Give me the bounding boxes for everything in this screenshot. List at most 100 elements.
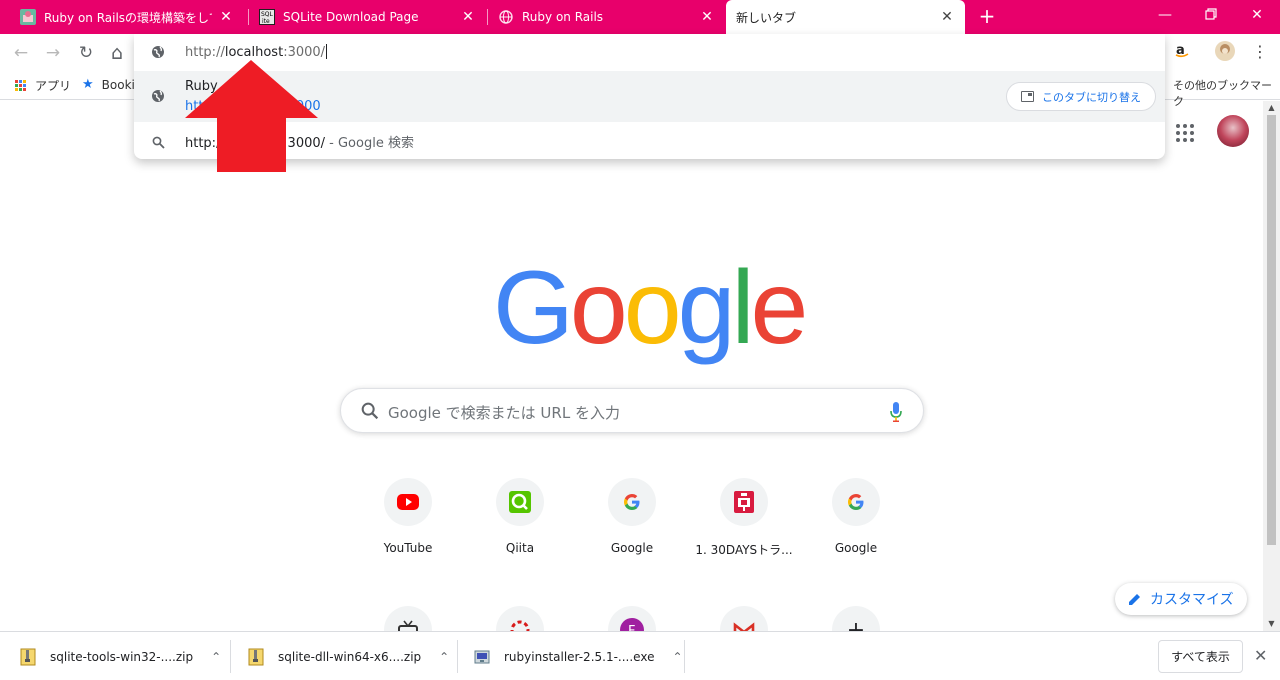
google-logo: Google (493, 256, 808, 360)
bookmark-item[interactable]: ★ Booki (82, 77, 135, 92)
url-suffix: :3000/ (283, 45, 326, 60)
google-icon (608, 478, 656, 526)
search-placeholder: Google で検索または URL を入力 (388, 404, 620, 422)
site-icon (20, 9, 36, 25)
chevron-up-icon[interactable]: ⌃ (211, 650, 221, 664)
star-icon: ★ (82, 77, 94, 92)
search-suffix: - Google 検索 (325, 136, 414, 151)
svg-text:SQL: SQL (261, 11, 274, 18)
logo-letter: o (623, 250, 682, 366)
tab-strip: Ruby on Railsの環境構築をしてみよう ✕ SQLite SQLite… (0, 0, 1280, 34)
close-icon[interactable]: ✕ (460, 9, 476, 25)
restore-button[interactable] (1188, 0, 1234, 30)
customize-button[interactable]: カスタマイズ (1115, 583, 1247, 615)
globe-icon (498, 9, 514, 25)
logo-letter: g (677, 250, 736, 366)
forward-button[interactable]: → (42, 42, 64, 64)
download-item[interactable]: sqlite-tools-win32-....zip ⌃ (20, 632, 221, 680)
chevron-up-icon[interactable]: ⌃ (439, 650, 449, 664)
search-icon (150, 134, 166, 150)
close-icon[interactable]: ✕ (939, 9, 955, 25)
show-all-button[interactable]: すべて表示 (1158, 640, 1243, 673)
zip-file-icon (248, 648, 264, 665)
scrollbar[interactable]: ▲ ▼ (1263, 101, 1280, 631)
divider (457, 640, 458, 673)
shortcut-label: YouTube (383, 541, 433, 555)
close-window-button[interactable]: ✕ (1234, 0, 1280, 30)
download-filename: rubyinstaller-2.5.1-....exe (504, 649, 655, 664)
download-item[interactable]: sqlite-dll-win64-x6....zip ⌃ (248, 632, 449, 680)
zip-file-icon (20, 648, 36, 665)
shortcut-tile[interactable]: Qiita (464, 478, 576, 555)
home-button[interactable]: ⌂ (106, 42, 128, 64)
close-icon[interactable]: ✕ (218, 9, 234, 25)
logo-letter: G (493, 250, 574, 366)
search-icon (361, 402, 379, 420)
globe-icon (150, 44, 166, 60)
globe-icon (150, 88, 166, 104)
bookmark-apps-label: アプリ (35, 79, 72, 93)
download-filename: sqlite-tools-win32-....zip (50, 649, 194, 664)
bookmark-label: Booki (101, 77, 135, 92)
url-text[interactable]: http://localhost:3000/ (185, 44, 328, 60)
new-tab-button[interactable]: + (976, 5, 998, 27)
downloads-shelf: sqlite-tools-win32-....zip ⌃ sqlite-dll-… (0, 631, 1280, 680)
download-item[interactable]: rubyinstaller-2.5.1-....exe ⌃ (474, 632, 683, 680)
scroll-down-icon[interactable]: ▼ (1267, 619, 1276, 628)
installer-icon (474, 650, 490, 663)
apps-icon (15, 79, 27, 92)
profile-avatar[interactable] (1214, 40, 1236, 66)
suggestion-row-search[interactable]: http://localhost:3000/ - Google 検索 (134, 128, 1165, 154)
tab-title: Ruby on Rails (522, 10, 604, 24)
shortcut-tile[interactable]: 1. 30DAYSトラ... (688, 478, 800, 558)
minimize-button[interactable]: — (1142, 0, 1188, 30)
shortcut-tile[interactable]: Google (800, 478, 912, 555)
divider (684, 640, 685, 673)
qiita-icon (496, 478, 544, 526)
tab-title: 新しいタブ (736, 10, 797, 25)
shortcut-tile[interactable]: Google (576, 478, 688, 555)
google-apps-icon[interactable] (1176, 124, 1194, 142)
ntp-search-box[interactable]: Google で検索または URL を入力 (340, 388, 924, 433)
chevron-up-icon[interactable]: ⌃ (672, 650, 682, 664)
bookmark-apps[interactable]: アプリ (15, 77, 71, 94)
shortcut-tile[interactable]: YouTube (352, 478, 464, 555)
scroll-up-icon[interactable]: ▲ (1267, 103, 1276, 112)
switch-tab-label: このタブに切り替え (1042, 90, 1141, 104)
tab-title: Ruby on Railsの環境構築をしてみよう (44, 10, 212, 25)
text-caret (326, 44, 328, 59)
switch-to-tab-button[interactable]: このタブに切り替え (1006, 82, 1156, 111)
shortcut-label: Qiita (505, 541, 535, 555)
suggestion-row-selected[interactable]: Ruby http://localhost:3000 このタブに切り替え (134, 71, 1165, 122)
pencil-icon (1129, 594, 1140, 605)
omnibox-input-row[interactable]: http://localhost:3000/ (134, 34, 1165, 71)
shortcut-label: Google (610, 541, 654, 555)
amazon-extension-icon[interactable]: a (1174, 42, 1190, 62)
download-filename: sqlite-dll-win64-x6....zip (278, 649, 422, 664)
close-icon[interactable]: ✕ (1254, 646, 1267, 665)
suggestion-url: http://localhost:3000 (185, 99, 321, 114)
microphone-icon[interactable] (889, 401, 903, 423)
account-avatar[interactable] (1217, 115, 1249, 147)
url-prefix: http:// (185, 45, 225, 60)
reload-button[interactable]: ↻ (75, 42, 97, 64)
logo-letter: o (569, 250, 628, 366)
tab-ruby-setup[interactable]: Ruby on Railsの環境構築をしてみよう ✕ (10, 0, 244, 34)
logo-letter: l (731, 250, 754, 366)
back-button[interactable]: ← (10, 42, 32, 64)
tab-sqlite[interactable]: SQL ite SQLite Download Page ✕ (249, 0, 486, 34)
search-query: http://localhost:3000/ (185, 136, 326, 151)
suggestion-title: Ruby (185, 79, 218, 94)
url-host: localhost (224, 45, 284, 60)
tab-new-tab[interactable]: 新しいタブ ✕ (726, 0, 965, 34)
customize-label: カスタマイズ (1150, 592, 1234, 608)
omnibox-dropdown: http://localhost:3000/ Ruby http://local… (134, 34, 1165, 159)
scrollbar-thumb[interactable] (1267, 115, 1276, 545)
tab-ruby-on-rails[interactable]: Ruby on Rails ✕ (488, 0, 725, 34)
menu-icon[interactable]: ⋮ (1252, 42, 1268, 61)
logo-letter: e (750, 250, 809, 366)
google-icon (832, 478, 880, 526)
close-icon[interactable]: ✕ (699, 9, 715, 25)
sqlite-icon: SQL ite (259, 9, 275, 25)
search-suggestion-text: http://localhost:3000/ - Google 検索 (185, 132, 414, 151)
